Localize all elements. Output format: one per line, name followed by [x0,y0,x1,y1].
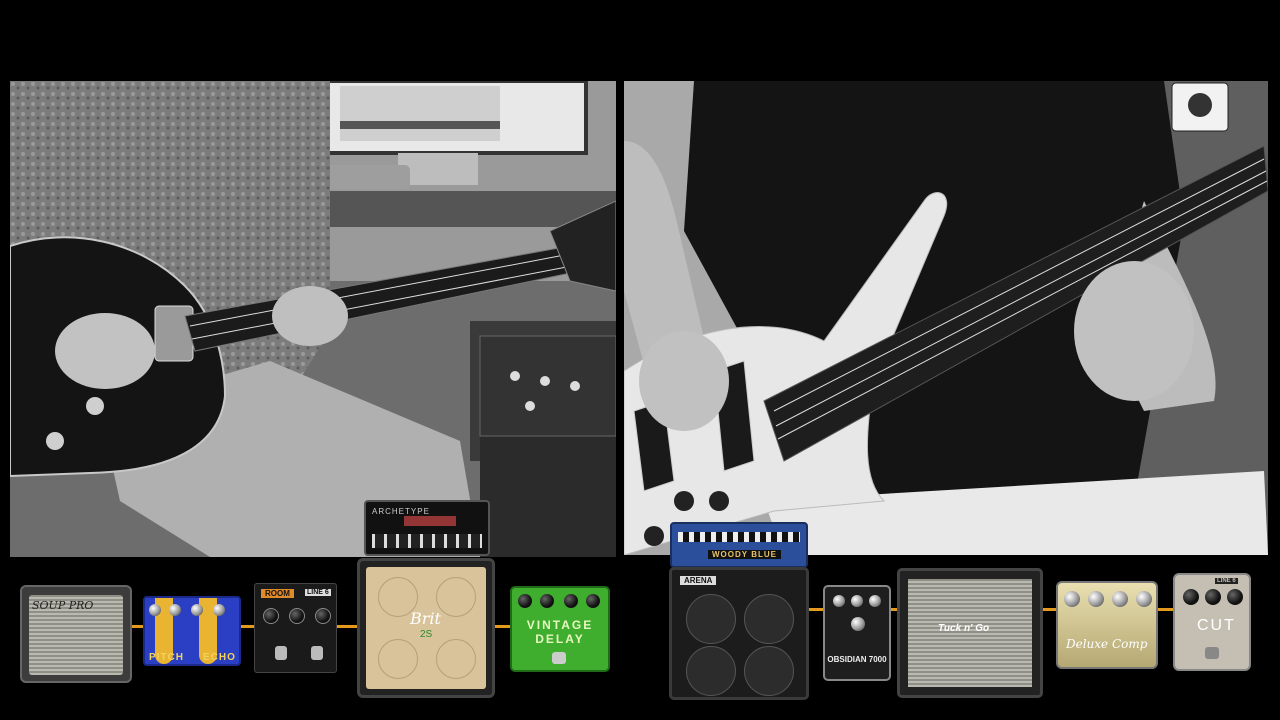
pedal-name: Deluxe Comp [1066,637,1148,651]
control-panel [372,534,482,548]
woody-blue-amp-head[interactable]: WOODY BLUE [670,522,808,568]
cut-knob[interactable] [1183,589,1199,605]
bassist-scene [624,81,1268,555]
delay-knob[interactable] [518,594,532,608]
archetype-amp-head[interactable]: ARCHETYPE [364,500,490,556]
cut-knob[interactable] [1227,589,1243,605]
reverb-knob[interactable] [315,608,331,624]
pedal-knob[interactable] [833,595,845,607]
pedal-knob[interactable] [213,604,225,616]
soup-pro-amp[interactable]: SOUP PRO [20,585,132,683]
tube-display [404,516,456,526]
footswitch[interactable] [275,646,287,660]
brit-2s-cabinet[interactable]: Brit 2S [357,558,495,698]
line6-logo: LINE 6 [1215,578,1238,584]
delay-knob[interactable] [564,594,578,608]
pedal-knob[interactable] [851,595,863,607]
amp-name: SOUP PRO [32,599,94,612]
speaker [744,594,794,644]
comp-knob[interactable] [1136,591,1152,607]
footswitch[interactable] [552,652,566,664]
tuck-n-go-cabinet[interactable]: Tuck n' Go [897,568,1043,698]
room-reverb-unit[interactable]: ROOM LINE 6 [254,583,337,673]
obsidian-7000-pedal[interactable]: OBSIDIAN 7000 [823,585,891,681]
footswitch[interactable] [311,646,323,660]
cut-knob[interactable] [1205,589,1221,605]
right-video-panel [624,81,1268,555]
comp-knob[interactable] [1064,591,1080,607]
delay-knob[interactable] [540,594,554,608]
head-name: ARCHETYPE [372,507,430,516]
pedal-knob[interactable] [869,595,881,607]
line6-logo: LINE 6 [305,589,331,596]
pedal-knob[interactable] [149,604,161,616]
room-label: ROOM [261,589,294,598]
cable [336,625,358,628]
pitch-echo-pedal[interactable]: PITCH ECHO [143,596,241,666]
deluxe-comp-pedal[interactable]: Deluxe Comp [1056,581,1158,669]
bass-4x10-cabinet[interactable]: ARENA [669,567,809,700]
speaker [744,646,794,696]
vintage-delay-pedal[interactable]: VINTAGE DELAY [510,586,610,672]
echo-label: ECHO [203,652,236,663]
cab-brand: Tuck n' Go [938,623,990,634]
head-name: WOODY BLUE [708,550,781,559]
pedal-name: CUT [1197,617,1236,634]
pedal-name: OBSIDIAN 7000 [827,655,887,664]
cable [1156,608,1174,611]
speaker [686,646,736,696]
delay-knob[interactable] [586,594,600,608]
reverb-knob[interactable] [289,608,305,624]
footswitch[interactable] [1205,647,1219,659]
speaker [686,594,736,644]
comp-knob[interactable] [1112,591,1128,607]
left-video-panel [10,81,616,557]
pitch-label: PITCH [149,652,184,663]
cut-pedal[interactable]: LINE 6 CUT [1173,573,1251,671]
guitarist-scene [10,81,616,557]
pedal-knob[interactable] [851,617,865,631]
comp-knob[interactable] [1088,591,1104,607]
cab-model: 2S [420,629,433,640]
delay-name: VINTAGE DELAY [526,618,594,646]
pedal-knob[interactable] [169,604,181,616]
pedal-knob[interactable] [191,604,203,616]
speaker-outline [378,639,418,679]
speaker-outline [436,639,476,679]
head-control-strip [678,532,800,542]
speaker-outline [436,577,476,617]
cab-brand: Brit [410,609,441,628]
cab-brand: ARENA [680,576,717,585]
reverb-knob[interactable] [263,608,279,624]
